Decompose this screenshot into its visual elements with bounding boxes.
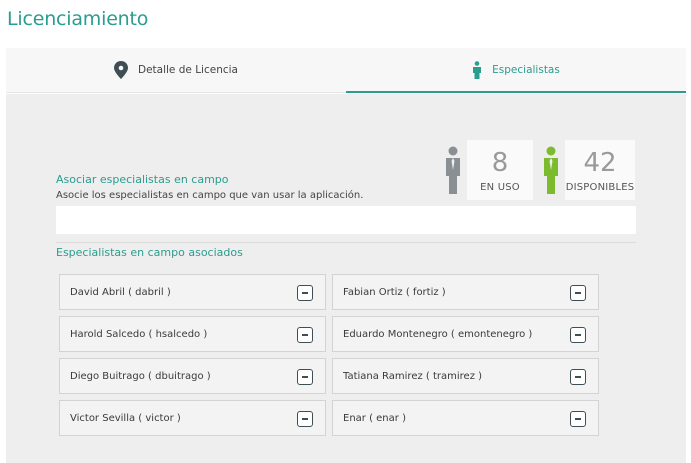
in-use-stat: 8 EN USO <box>439 140 533 200</box>
specialist-name: Diego Buitrago ( dbuitrago ) <box>70 370 211 382</box>
minus-icon <box>302 334 308 336</box>
associate-title: Asociar especialistas en campo <box>56 173 229 186</box>
specialist-gray-icon <box>439 140 467 200</box>
remove-specialist-button[interactable] <box>570 285 586 301</box>
especialistas-panel: 8 EN USO 42 DISPONIBLES Asociar especial… <box>6 94 686 463</box>
minus-icon <box>575 376 581 378</box>
specialist-name: Enar ( enar ) <box>343 412 406 424</box>
minus-icon <box>302 376 308 378</box>
divider <box>56 242 636 243</box>
specialist-search-input[interactable] <box>56 206 636 234</box>
map-pin-icon <box>114 61 128 79</box>
tab-label: Detalle de Licencia <box>138 64 238 76</box>
in-use-value: 8 <box>491 147 509 178</box>
specialist-card: Tatiana Ramirez ( tramirez ) <box>332 358 599 394</box>
remove-specialist-button[interactable] <box>570 369 586 385</box>
minus-icon <box>302 418 308 420</box>
specialist-name: Harold Salcedo ( hsalcedo ) <box>70 328 208 340</box>
remove-specialist-button[interactable] <box>570 411 586 427</box>
in-use-box: 8 EN USO <box>467 140 533 200</box>
specialist-green-icon <box>537 140 565 200</box>
available-box: 42 DISPONIBLES <box>565 140 635 200</box>
specialist-card: Victor Sevilla ( victor ) <box>59 400 326 436</box>
remove-specialist-button[interactable] <box>570 327 586 343</box>
tab-bar: Detalle de Licencia Especialistas <box>6 48 686 93</box>
tab-label: Especialistas <box>492 64 560 76</box>
tab-especialistas[interactable]: Especialistas <box>346 48 686 93</box>
person-icon <box>472 61 482 79</box>
specialist-name: Eduardo Montenegro ( emontenegro ) <box>343 328 533 340</box>
remove-specialist-button[interactable] <box>297 411 313 427</box>
minus-icon <box>575 334 581 336</box>
specialist-card: David Abril ( dabril ) <box>59 274 326 310</box>
remove-specialist-button[interactable] <box>297 285 313 301</box>
specialist-name: Victor Sevilla ( victor ) <box>70 412 181 424</box>
specialist-card: Harold Salcedo ( hsalcedo ) <box>59 316 326 352</box>
specialist-card: Eduardo Montenegro ( emontenegro ) <box>332 316 599 352</box>
minus-icon <box>575 418 581 420</box>
remove-specialist-button[interactable] <box>297 369 313 385</box>
minus-icon <box>575 292 581 294</box>
available-label: DISPONIBLES <box>565 181 635 193</box>
specialist-card: Diego Buitrago ( dbuitrago ) <box>59 358 326 394</box>
associate-description: Asocie los especialistas en campo que va… <box>56 190 364 201</box>
specialist-name: Fabian Ortiz ( fortiz ) <box>343 286 446 298</box>
available-stat: 42 DISPONIBLES <box>537 140 635 200</box>
specialist-card: Fabian Ortiz ( fortiz ) <box>332 274 599 310</box>
minus-icon <box>302 292 308 294</box>
in-use-label: EN USO <box>480 181 520 193</box>
specialist-name: David Abril ( dabril ) <box>70 286 171 298</box>
available-value: 42 <box>583 147 617 178</box>
remove-specialist-button[interactable] <box>297 327 313 343</box>
page-title: Licenciamiento <box>7 8 149 30</box>
tab-detalle-licencia[interactable]: Detalle de Licencia <box>6 48 346 92</box>
specialist-card: Enar ( enar ) <box>332 400 599 436</box>
specialist-name: Tatiana Ramirez ( tramirez ) <box>343 370 483 382</box>
associated-title: Especialistas en campo asociados <box>56 246 243 259</box>
